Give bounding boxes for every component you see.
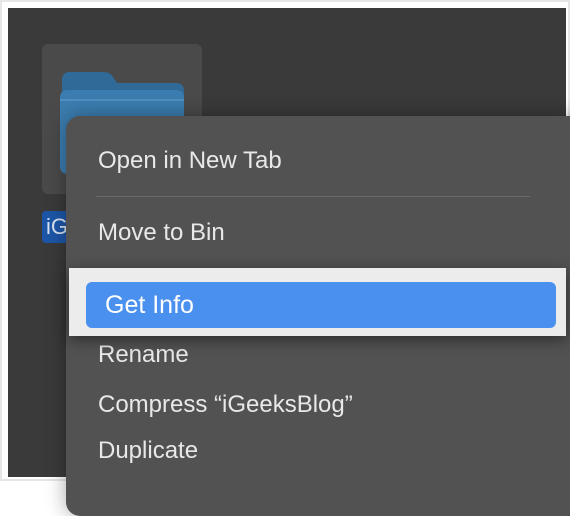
- screenshot-frame: iG Open in New Tab Move to Bin Rename Co…: [0, 0, 570, 516]
- menu-item-get-info-label: Get Info: [105, 291, 194, 319]
- menu-item-rename[interactable]: Rename: [98, 336, 189, 374]
- menu-item-open-in-new-tab[interactable]: Open in New Tab: [98, 142, 282, 180]
- menu-item-duplicate[interactable]: Duplicate: [98, 432, 198, 470]
- menu-item-move-to-bin[interactable]: Move to Bin: [98, 214, 225, 252]
- menu-separator: [96, 196, 530, 197]
- menu-item-compress[interactable]: Compress “iGeeksBlog”: [98, 386, 353, 424]
